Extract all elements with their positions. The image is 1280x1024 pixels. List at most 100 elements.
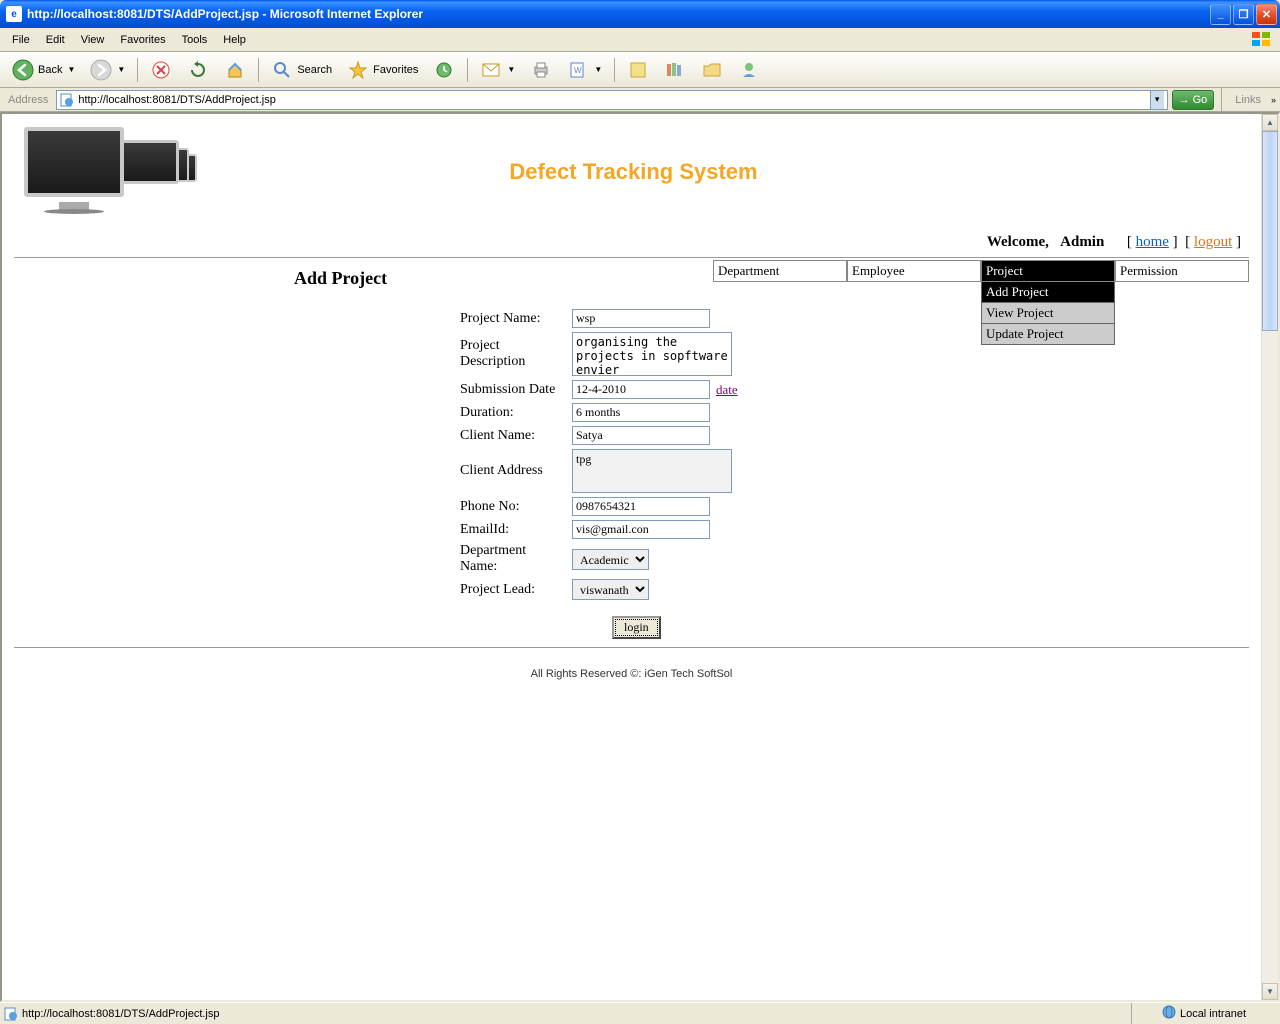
form-title: Add Project (14, 260, 654, 289)
status-bar: http://localhost:8081/DTS/AddProject.jsp… (0, 1002, 1280, 1024)
stop-button[interactable] (144, 55, 178, 85)
welcome-bar: Welcome, Admin [ home ] [ logout ] (2, 230, 1261, 255)
input-submission-date[interactable] (572, 380, 710, 399)
menu-edit[interactable]: Edit (38, 31, 73, 49)
scroll-thumb[interactable] (1262, 131, 1278, 331)
messenger-button[interactable] (732, 55, 766, 85)
home-icon (224, 59, 246, 81)
note-icon (627, 59, 649, 81)
svg-text:W: W (574, 66, 582, 75)
address-bar: Address ▾ →Go Links» (0, 88, 1280, 112)
logout-link[interactable]: logout (1194, 234, 1232, 250)
status-text: http://localhost:8081/DTS/AddProject.jsp (22, 1008, 220, 1020)
menu-help[interactable]: Help (215, 31, 254, 49)
input-email[interactable] (572, 520, 710, 539)
project-submenu: Add Project View Project Update Project (981, 282, 1115, 345)
subitem-add-project[interactable]: Add Project (981, 282, 1115, 303)
tab-employee[interactable]: Employee (847, 260, 981, 282)
scrollbar[interactable]: ▲ ▼ (1261, 114, 1278, 1000)
links-label[interactable]: Links (1229, 94, 1267, 106)
messenger-icon (738, 59, 760, 81)
back-button[interactable]: Back▼ (6, 55, 81, 85)
star-icon (347, 59, 369, 81)
subitem-update-project[interactable]: Update Project (981, 324, 1115, 345)
input-phone[interactable] (572, 497, 710, 516)
date-link[interactable]: date (716, 382, 738, 398)
favorites-button[interactable]: Favorites (341, 55, 424, 85)
ie-icon: e (6, 6, 22, 22)
menu-view[interactable]: View (73, 31, 113, 49)
back-icon (12, 59, 34, 81)
search-icon (271, 59, 293, 81)
edit-button[interactable]: W▼ (561, 55, 608, 85)
address-dropdown[interactable]: ▾ (1150, 91, 1164, 109)
security-zone: Local intranet (1131, 1003, 1276, 1024)
refresh-icon (187, 59, 209, 81)
menu-favorites[interactable]: Favorites (112, 31, 173, 49)
mail-icon (480, 59, 502, 81)
history-icon (433, 59, 455, 81)
intranet-icon (1162, 1005, 1176, 1022)
scroll-up-button[interactable]: ▲ (1262, 114, 1278, 131)
edit-icon: W (567, 59, 589, 81)
page-icon (60, 93, 74, 107)
mail-button[interactable]: ▼ (474, 55, 521, 85)
print-button[interactable] (524, 55, 558, 85)
search-button[interactable]: Search (265, 55, 338, 85)
tab-permission[interactable]: Permission (1115, 260, 1249, 282)
windows-flag-icon (1248, 30, 1276, 50)
research-button[interactable] (658, 55, 692, 85)
input-client-address[interactable]: tpg (572, 449, 732, 493)
label-submission-date: Submission Date (302, 382, 572, 398)
submit-button[interactable]: login (612, 616, 661, 639)
scroll-down-button[interactable]: ▼ (1262, 983, 1278, 1000)
home-button[interactable] (218, 55, 252, 85)
input-project-name[interactable] (572, 309, 710, 328)
close-button[interactable]: ✕ (1256, 4, 1277, 25)
books-icon (664, 59, 686, 81)
tab-project[interactable]: Project (981, 260, 1115, 282)
menu-file[interactable]: File (4, 31, 38, 49)
maximize-button[interactable]: ❐ (1233, 4, 1254, 25)
go-button[interactable]: →Go (1172, 90, 1215, 110)
label-client-name: Client Name: (302, 428, 572, 444)
label-phone: Phone No: (302, 499, 572, 515)
page-title: Defect Tracking System (194, 159, 1073, 185)
history-button[interactable] (427, 55, 461, 85)
status-page-icon (4, 1007, 18, 1021)
input-duration[interactable] (572, 403, 710, 422)
discuss-button[interactable] (621, 55, 655, 85)
refresh-button[interactable] (181, 55, 215, 85)
select-department[interactable]: Academic (572, 549, 649, 570)
label-duration: Duration: (302, 405, 572, 421)
select-project-lead[interactable]: viswanath (572, 579, 649, 600)
print-icon (530, 59, 552, 81)
label-project-desc: Project Description (302, 338, 572, 370)
address-input-container: ▾ (56, 90, 1167, 110)
forward-icon (90, 59, 112, 81)
subitem-view-project[interactable]: View Project (981, 303, 1115, 324)
address-input[interactable] (78, 94, 1149, 106)
address-label: Address (4, 94, 52, 106)
logo-monitors (14, 122, 194, 222)
nav-tabs: Department Employee Project Add Project … (713, 260, 1249, 282)
go-arrow-icon: → (1179, 94, 1190, 106)
tab-department[interactable]: Department (713, 260, 847, 282)
page-footer: All Rights Reserved ©: iGen Tech SoftSol (2, 656, 1261, 692)
label-client-address: Client Address (302, 463, 572, 479)
folder-icon (701, 59, 723, 81)
label-project-name: Project Name: (302, 311, 572, 327)
window-title: http://localhost:8081/DTS/AddProject.jsp… (27, 7, 1210, 21)
minimize-button[interactable]: _ (1210, 4, 1231, 25)
menu-tools[interactable]: Tools (174, 31, 216, 49)
label-project-lead: Project Lead: (302, 582, 572, 598)
input-client-name[interactable] (572, 426, 710, 445)
home-link[interactable]: home (1136, 234, 1169, 250)
add-project-form: Project Name: Project Descriptionorganis… (302, 309, 1261, 639)
input-project-desc[interactable]: organising the projects in sopftware env… (572, 332, 732, 376)
browser-viewport: ▲ ▼ Defect Tracking System Welcome, Admi… (0, 112, 1280, 1002)
label-email: EmailId: (302, 522, 572, 538)
folder-button[interactable] (695, 55, 729, 85)
toolbar: Back▼ ▼ Search Favorites ▼ W▼ (0, 52, 1280, 88)
forward-button[interactable]: ▼ (84, 55, 131, 85)
